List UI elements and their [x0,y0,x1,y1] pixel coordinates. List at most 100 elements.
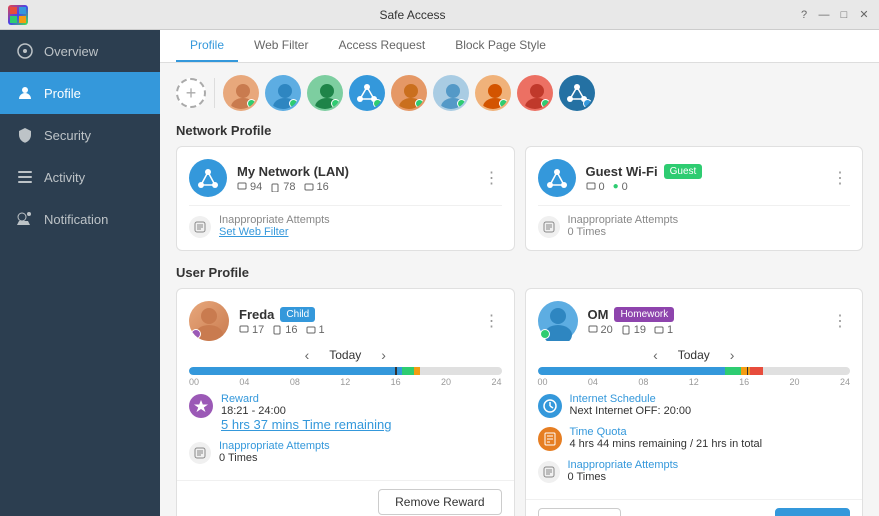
profile-icon [16,84,34,102]
sidebar-item-overview[interactable]: Overview [0,30,160,72]
freda-attempts-row: Inappropriate Attempts 0 Times [189,440,502,464]
user-card-freda: Freda Child 17 [176,288,515,516]
avatar-6[interactable] [433,75,469,111]
help-button[interactable]: ? [797,8,811,22]
om-timeline-prev[interactable]: ‹ [649,347,662,363]
om-quota-icon [538,427,562,451]
om-avatar [538,301,578,341]
om-quota-row: Time Quota 4 hrs 44 mins remaining / 21 … [538,426,851,451]
sidebar-item-notification[interactable]: Notification [0,198,160,240]
network-card-lan: My Network (LAN) 94 78 [176,146,515,251]
freda-card-content: Freda Child 17 [177,289,514,480]
wifi-stat-2: ● 0 [613,181,628,193]
tab-webfilter[interactable]: Web Filter [240,30,322,62]
tab-accessrequest[interactable]: Access Request [324,30,439,62]
om-card-footer: Pause all Reward [526,499,863,516]
network-cards-grid: My Network (LAN) 94 78 [176,146,863,251]
om-menu-button[interactable]: ⋮ [830,309,850,333]
freda-timeline-bar-green [402,367,415,375]
lan-stat-1: 94 [237,181,262,193]
sidebar-item-overview-label: Overview [44,44,98,59]
avatar-1[interactable] [223,75,259,111]
avatar-network-1[interactable] [349,75,385,111]
titlebar: Safe Access ? — □ ✕ [0,0,879,30]
om-info: OM Homework 20 [588,307,821,336]
wifi-attempts-row: Inappropriate Attempts 0 Times [538,214,851,238]
avatar-7[interactable] [475,75,511,111]
overview-icon [16,42,34,60]
om-timeline-next[interactable]: › [726,347,739,363]
freda-status-dot [191,329,201,339]
freda-header: Freda Child 17 [189,301,502,341]
set-web-filter-link[interactable]: Set Web Filter [219,226,330,238]
sidebar-item-security[interactable]: Security [0,114,160,156]
om-timeline-bar-orange [741,367,750,375]
sidebar-item-profile[interactable]: Profile [0,72,160,114]
reward-button[interactable]: Reward [775,508,850,516]
freda-menu-button[interactable]: ⋮ [482,309,502,333]
avatar-separator [214,78,215,108]
om-stats: 20 19 1 [588,324,821,336]
sidebar-item-activity[interactable]: Activity [0,156,160,198]
lan-attempts-text: Inappropriate Attempts Set Web Filter [219,214,330,238]
freda-reward-icon [189,394,213,418]
freda-avatar [189,301,229,341]
user-profile-title: User Profile [176,265,863,280]
om-name: OM [588,307,609,322]
remove-reward-button[interactable]: Remove Reward [378,489,501,515]
wifi-divider [538,205,851,206]
sidebar-item-profile-label: Profile [44,86,81,101]
user-card-om: OM Homework 20 [525,288,864,516]
lan-icon [189,159,227,197]
avatar-8[interactable] [517,75,553,111]
om-quota-label: Time Quota [570,426,763,438]
app-title: Safe Access [28,8,797,22]
freda-timeline-next[interactable]: › [377,347,390,363]
notification-icon [16,210,34,228]
freda-reward-remaining[interactable]: 5 hrs 37 mins Time remaining [221,417,392,432]
lan-menu-button[interactable]: ⋮ [482,166,502,190]
freda-attempts-icon [189,442,211,464]
wifi-title: Guest Wi-Fi [586,164,658,179]
minimize-button[interactable]: — [817,8,831,22]
om-card-content: OM Homework 20 [526,289,863,499]
sidebar-item-notification-label: Notification [44,212,108,227]
app-body: Overview Profile Security [0,30,879,516]
wifi-attempts-icon [538,216,560,238]
wifi-icon [538,159,576,197]
wifi-title-area: Guest Wi-Fi Guest 0 ● 0 [586,164,821,193]
freda-stats: 17 16 1 [239,324,472,336]
om-schedule-info: Internet Schedule Next Internet OFF: 20:… [570,393,692,417]
lan-stats: 94 78 16 [237,181,472,193]
lan-title: My Network (LAN) [237,164,472,179]
freda-timeline-bar-orange [414,367,420,375]
close-button[interactable]: ✕ [857,8,871,22]
freda-name: Freda [239,307,274,322]
tab-blockpage[interactable]: Block Page Style [441,30,560,62]
freda-reward-info: Reward 18:21 - 24:00 5 hrs 37 mins Time … [221,393,392,432]
tab-bar: Profile Web Filter Access Request Block … [160,30,879,63]
om-timeline-bar-blue [538,367,726,375]
pause-all-button[interactable]: Pause all [538,508,621,516]
maximize-button[interactable]: □ [837,8,851,22]
avatar-3[interactable] [307,75,343,111]
freda-attempts-text: Inappropriate Attempts 0 Times [219,440,330,464]
freda-timeline-prev[interactable]: ‹ [301,347,314,363]
lan-title-area: My Network (LAN) 94 78 [237,164,472,193]
om-timeline-labels: 00 04 08 12 16 20 24 [538,377,851,387]
network-profile-title: Network Profile [176,123,863,138]
avatar-5[interactable] [391,75,427,111]
wifi-menu-button[interactable]: ⋮ [830,166,850,190]
user-cards-grid: Freda Child 17 [176,288,863,516]
om-schedule-label: Internet Schedule [570,393,692,405]
freda-reward-time: 18:21 - 24:00 [221,405,392,417]
om-schedule-value: Next Internet OFF: 20:00 [570,405,692,417]
om-schedule-icon [538,394,562,418]
add-user-button[interactable]: + [176,78,206,108]
wifi-stat-1: 0 [586,181,605,193]
tab-profile[interactable]: Profile [176,30,238,62]
lan-divider [189,205,502,206]
avatar-network-2[interactable] [559,75,595,111]
avatar-2[interactable] [265,75,301,111]
freda-card-footer: Remove Reward [177,480,514,516]
